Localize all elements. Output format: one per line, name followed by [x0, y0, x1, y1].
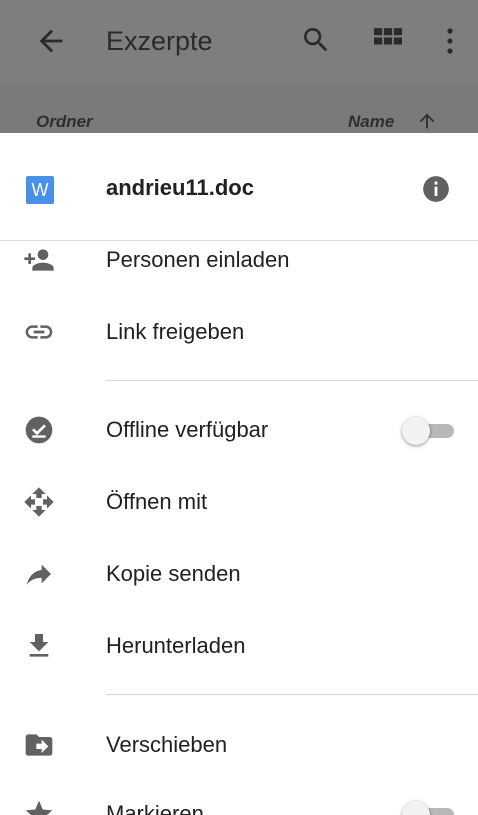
app-bar: Exzerpte: [0, 0, 478, 84]
toggle-thumb: [402, 801, 430, 815]
word-doc-icon: W: [26, 176, 54, 204]
menu-item-label: Offline verfügbar: [106, 417, 269, 442]
menu-item-offline[interactable]: Offline verfügbar: [0, 400, 478, 460]
download-icon: [29, 634, 49, 657]
menu-item-label: Öffnen mit: [106, 489, 208, 514]
divider: [106, 694, 478, 695]
sort-by-name[interactable]: Name: [348, 112, 394, 132]
sheet-header: W andrieu11.doc: [0, 133, 478, 241]
move-folder-icon: [25, 734, 53, 756]
menu-item-send-copy[interactable]: Kopie senden: [0, 544, 478, 604]
open-with-icon: [24, 487, 54, 517]
menu-item-label: Markieren: [106, 801, 204, 815]
menu-item-share-link[interactable]: Link freigeben: [0, 302, 478, 362]
sort-bar: Ordner Name: [0, 84, 478, 132]
toggle-thumb: [402, 417, 430, 445]
menu-item-label: Personen einladen: [106, 247, 290, 272]
info-icon[interactable]: [422, 175, 450, 203]
menu-item-invite-people[interactable]: Personen einladen: [0, 230, 478, 290]
menu-item-label: Kopie senden: [106, 561, 241, 586]
star-icon: [25, 800, 53, 815]
menu-item-open-with[interactable]: Öffnen mit: [0, 472, 478, 532]
offline-toggle[interactable]: [402, 417, 454, 445]
menu-item-label: Herunterladen: [106, 633, 246, 658]
grid-view-icon[interactable]: [374, 28, 402, 54]
share-forward-icon: [27, 564, 51, 585]
search-icon[interactable]: [300, 24, 332, 56]
menu-item-label: Link freigeben: [106, 319, 245, 344]
sort-ascending-icon[interactable]: [416, 110, 438, 132]
divider: [106, 380, 478, 381]
menu-item-download[interactable]: Herunterladen: [0, 616, 478, 676]
app-title: Exzerpte: [106, 26, 213, 56]
menu-item-star[interactable]: Markieren: [0, 784, 478, 815]
offline-check-icon: [25, 416, 53, 444]
menu-item-label: Verschieben: [106, 732, 228, 757]
menu-item-move[interactable]: Verschieben: [0, 715, 478, 775]
link-icon: [25, 325, 53, 339]
file-actions-sheet: W andrieu11.doc Personen einladen Link f…: [0, 133, 478, 815]
folders-header: Ordner: [36, 112, 93, 131]
star-toggle[interactable]: [402, 801, 454, 815]
person-add-icon: [24, 249, 54, 271]
more-vert-icon[interactable]: [440, 24, 460, 58]
arrow-back-icon[interactable]: [34, 24, 68, 58]
file-name: andrieu11.doc: [106, 175, 254, 200]
